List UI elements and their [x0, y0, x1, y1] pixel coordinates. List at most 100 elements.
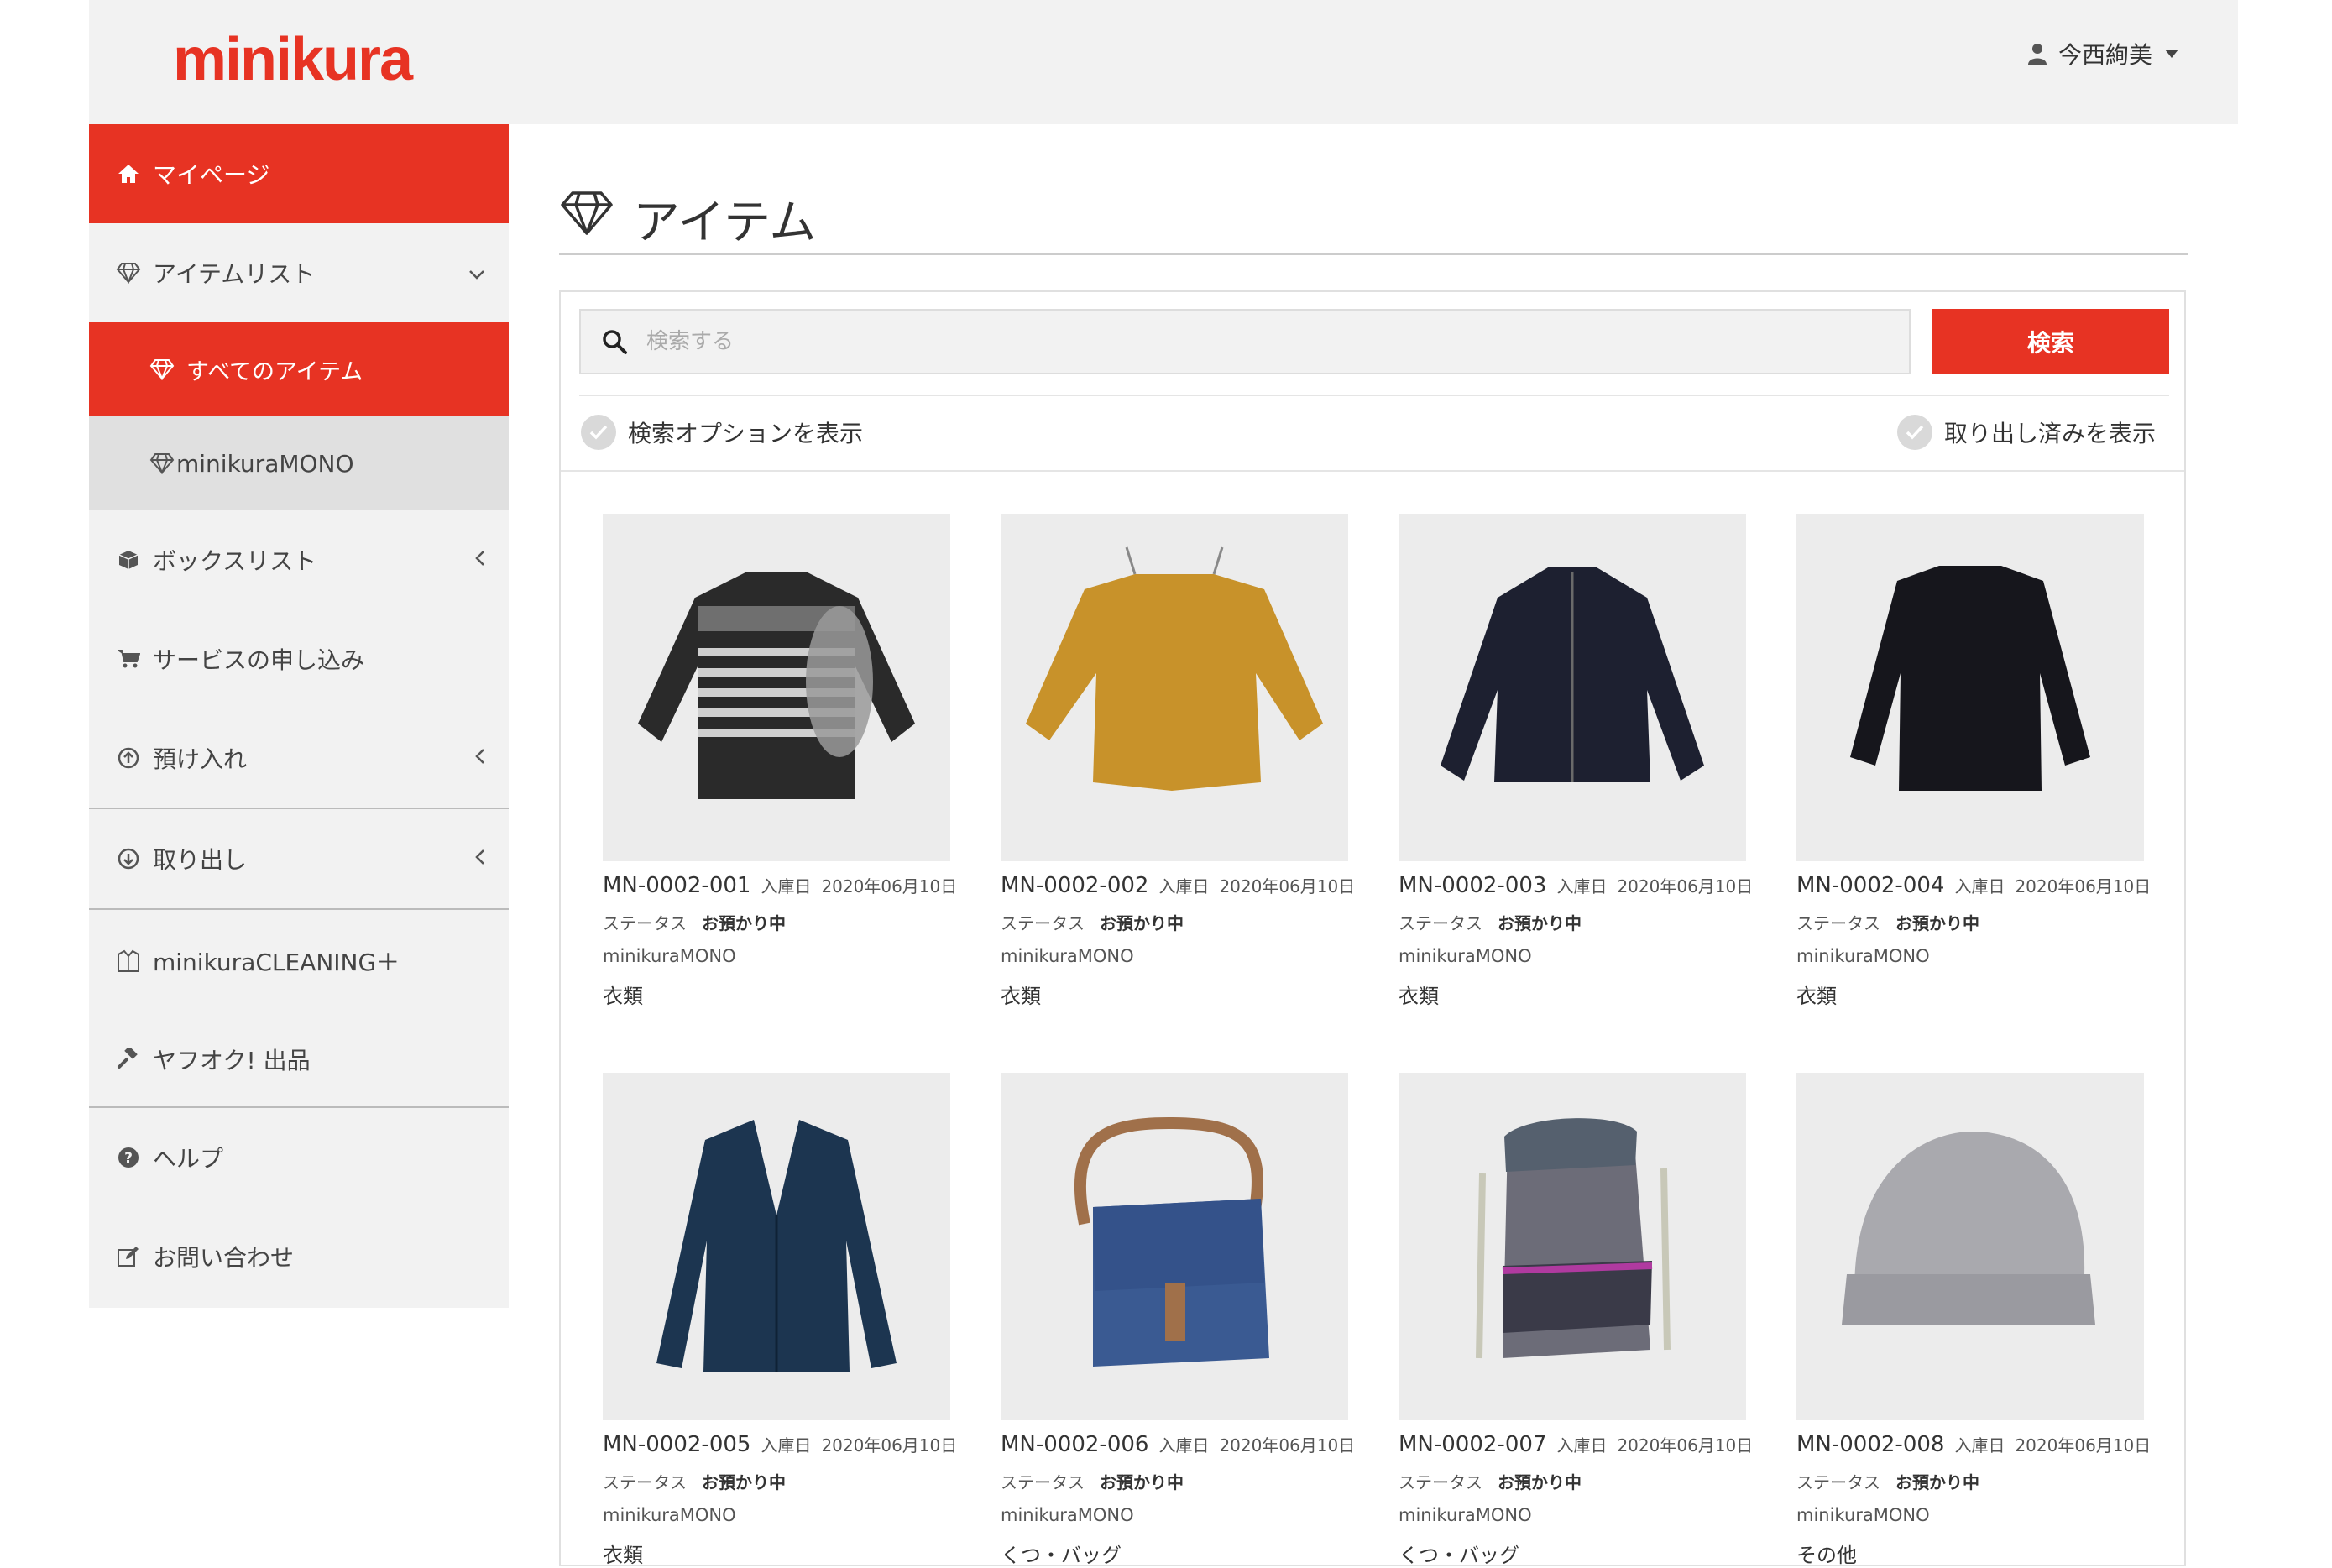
item-card[interactable]: MN-0002-006 入庫日 2020年06月10日 ステータス お預かり中 min…	[1001, 1073, 1355, 1568]
date-label: 入庫日	[1954, 1435, 2005, 1456]
sidebar-item-minikura-mono[interactable]: minikuraMONO	[89, 416, 509, 510]
black-sweater-icon	[1796, 514, 2144, 861]
check-circle-icon	[1897, 415, 1932, 450]
chevron-left-icon	[475, 846, 485, 871]
sidebar-item-label: minikuraMONO	[176, 449, 354, 478]
item-code: MN-0002-003	[1399, 873, 1547, 898]
sidebar-item-mypage[interactable]: マイページ	[89, 124, 509, 223]
sidebar-item-cleaning[interactable]: minikuraCLEANING＋	[89, 910, 509, 1012]
date-label: 入庫日	[1556, 876, 1608, 896]
sidebar-item-contact[interactable]: お問い合わせ	[89, 1207, 509, 1306]
item-category: 衣類	[1796, 985, 1837, 1008]
box-icon	[114, 549, 143, 571]
user-name: 今西絢美	[2057, 41, 2152, 69]
gavel-icon	[114, 1048, 143, 1071]
item-date: 2020年06月10日	[1617, 876, 1754, 896]
item-date: 2020年06月10日	[2015, 1435, 2152, 1456]
date-label: 入庫日	[1556, 1435, 1608, 1456]
sidebar-item-label: 取り出し	[153, 846, 248, 874]
item-category: 衣類	[603, 1544, 643, 1567]
item-category: 衣類	[1399, 985, 1439, 1008]
item-card[interactable]: MN-0002-003 入庫日 2020年06月10日 ステータス お預かり中 min…	[1399, 514, 1753, 1009]
item-service: minikuraMONO	[603, 1505, 736, 1525]
show-options-toggle[interactable]: 検索オプションを表示	[581, 415, 863, 450]
status-badge: お預かり中	[702, 913, 786, 933]
sidebar-item-deposit[interactable]: 預け入れ	[89, 708, 509, 808]
date-label: 入庫日	[761, 1435, 812, 1456]
item-card[interactable]: MN-0002-008 入庫日 2020年06月10日 ステータス お預かり中 min…	[1796, 1073, 2151, 1568]
navy-zip-jacket-icon	[1399, 514, 1746, 861]
item-service: minikuraMONO	[1399, 1505, 1532, 1525]
item-code: MN-0002-008	[1796, 1432, 1945, 1457]
sidebar-item-yahuoku[interactable]: ヤフオク! 出品	[89, 1012, 509, 1106]
item-card[interactable]: MN-0002-004 入庫日 2020年06月10日 ステータス お預かり中 min…	[1796, 514, 2151, 1009]
user-menu[interactable]: 今西絢美	[2027, 37, 2179, 71]
item-service: minikuraMONO	[1796, 946, 1930, 966]
sidebar-item-label: すべてのアイテム	[186, 358, 363, 385]
status-badge: お預かり中	[1498, 1472, 1582, 1492]
chevron-left-icon	[475, 745, 485, 771]
page-title-text: アイテム	[633, 196, 817, 250]
item-card[interactable]: MN-0002-007 入庫日 2020年06月10日 ステータス お預かり中 min…	[1399, 1073, 1753, 1568]
diamond-icon	[148, 452, 176, 474]
status-label: ステータス	[1399, 913, 1482, 933]
item-category: くつ・バッグ	[1399, 1544, 1519, 1567]
sidebar-item-all-items[interactable]: すべてのアイテム	[89, 322, 509, 416]
item-code: MN-0002-001	[603, 873, 751, 898]
search-input[interactable]	[645, 328, 1823, 355]
sidebar-item-retrieve[interactable]: 取り出し	[89, 809, 509, 908]
sidebar: マイページ アイテムリスト すべてのアイテム minikuraMONO ボックス…	[89, 124, 509, 1308]
sidebar-item-service-apply[interactable]: サービスの申し込み	[89, 609, 509, 708]
knit-hat-icon	[1796, 1073, 2144, 1420]
diamond-icon	[114, 262, 143, 284]
sidebar-item-label: ヤフオク! 出品	[153, 1047, 311, 1074]
caret-down-icon	[2164, 49, 2179, 59]
chevron-left-icon	[475, 547, 485, 572]
title-divider	[559, 253, 2188, 255]
date-label: 入庫日	[761, 876, 812, 896]
search-button[interactable]: 検索	[1932, 309, 2169, 374]
item-date: 2020年06月10日	[821, 1435, 958, 1456]
item-card[interactable]: MN-0002-002 入庫日 2020年06月10日 ステータス お預かり中 min…	[1001, 514, 1355, 1009]
chevron-down-icon	[468, 260, 485, 285]
shirt-icon	[114, 949, 143, 973]
header: minikura 今西絢美	[89, 0, 2238, 124]
item-service: minikuraMONO	[1001, 946, 1134, 966]
sidebar-item-help[interactable]: ? ヘルプ	[89, 1108, 509, 1207]
status-label: ステータス	[1796, 913, 1880, 933]
status-label: ステータス	[603, 913, 687, 933]
minikura-logo[interactable]: minikura	[173, 25, 413, 94]
item-category: その他	[1796, 1544, 1857, 1567]
check-circle-icon	[581, 415, 616, 450]
page-title: アイテム	[559, 185, 816, 253]
item-card[interactable]: MN-0002-005 入庫日 2020年06月10日 ステータス お預かり中 min…	[603, 1073, 957, 1568]
item-category: 衣類	[603, 985, 643, 1008]
item-date: 2020年06月10日	[1219, 876, 1356, 896]
download-circle-icon	[114, 848, 143, 870]
status-label: ステータス	[1399, 1472, 1482, 1492]
status-label: ステータス	[1796, 1472, 1880, 1492]
patterned-sweater-icon	[603, 514, 950, 861]
mustard-sweater-icon	[1001, 514, 1348, 861]
status-badge: お預かり中	[702, 1472, 786, 1492]
sidebar-item-boxlist[interactable]: ボックスリスト	[89, 510, 509, 609]
edit-icon	[114, 1245, 143, 1268]
item-code: MN-0002-007	[1399, 1432, 1547, 1457]
item-code: MN-0002-006	[1001, 1432, 1149, 1457]
item-category: くつ・バッグ	[1001, 1544, 1122, 1567]
item-date: 2020年06月10日	[821, 876, 958, 896]
sidebar-item-itemlist[interactable]: アイテムリスト	[89, 223, 509, 322]
show-retrieved-toggle[interactable]: 取り出し済みを表示	[1897, 415, 2156, 450]
show-retrieved-label: 取り出し済みを表示	[1944, 420, 2157, 447]
item-code: MN-0002-005	[603, 1432, 751, 1457]
diamond-icon	[148, 358, 176, 380]
item-code: MN-0002-004	[1796, 873, 1945, 898]
item-service: minikuraMONO	[1399, 946, 1532, 966]
item-card[interactable]: MN-0002-001 入庫日 2020年06月10日 ステータス お預かり中 min…	[603, 514, 957, 1009]
show-options-label: 検索オプションを表示	[628, 420, 864, 447]
user-icon	[2027, 43, 2047, 65]
status-badge: お預かり中	[1895, 913, 1979, 933]
date-label: 入庫日	[1158, 876, 1210, 896]
svg-text:?: ?	[124, 1150, 133, 1167]
sidebar-item-label: ヘルプ	[153, 1145, 224, 1173]
